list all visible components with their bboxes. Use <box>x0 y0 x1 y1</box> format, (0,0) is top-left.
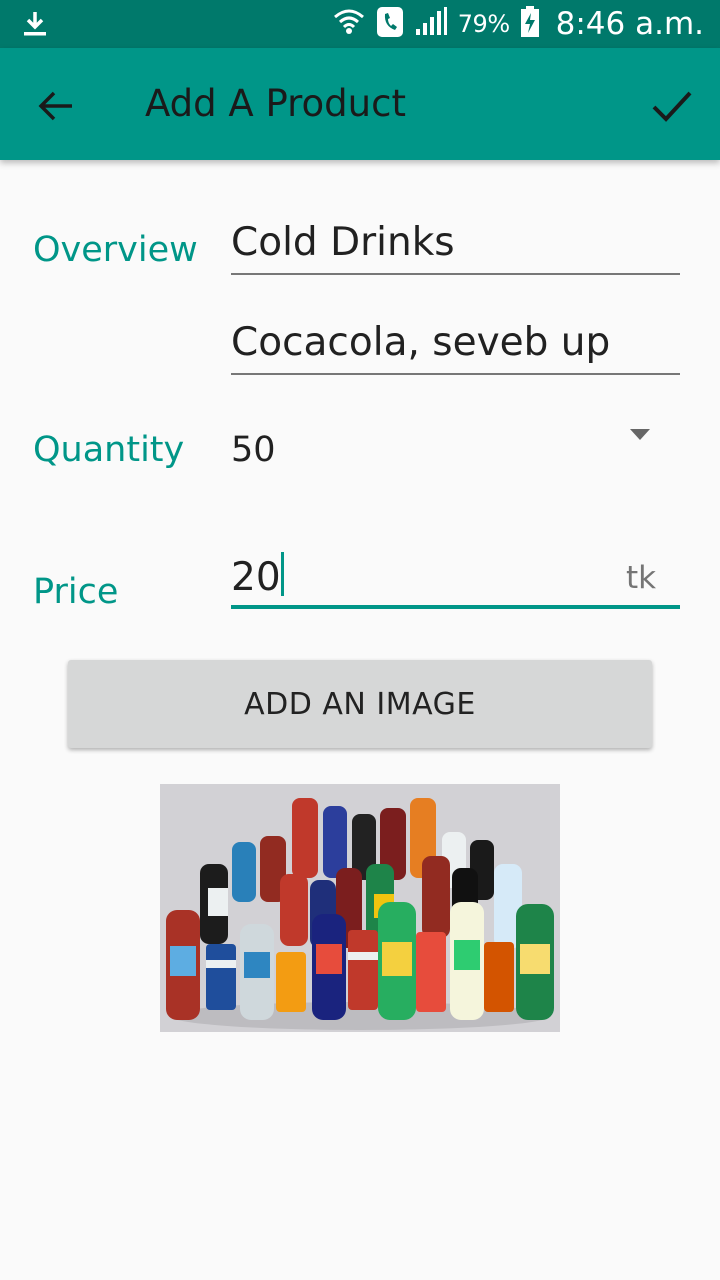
product-image <box>160 784 560 1032</box>
quantity-select[interactable]: 50 <box>231 430 276 470</box>
product-name-underline <box>231 273 680 275</box>
price-underline <box>231 605 680 609</box>
status-bar: 79% 8:46 a.m. <box>0 0 720 48</box>
price-label: Price <box>33 572 119 612</box>
text-cursor <box>280 552 284 596</box>
status-time: 8:46 a.m. <box>555 6 704 42</box>
page-title: Add A Product <box>145 82 406 125</box>
download-icon <box>22 10 48 42</box>
product-description-underline <box>231 373 680 375</box>
arrow-back-icon[interactable] <box>36 86 76 126</box>
price-unit: tk <box>626 560 657 596</box>
dropdown-arrow-icon[interactable] <box>630 429 650 440</box>
battery-percent: 79% <box>457 10 510 38</box>
battery-charging-icon <box>520 6 540 42</box>
quantity-label: Quantity <box>33 430 185 470</box>
price-value: 20 <box>231 555 281 600</box>
product-name-input[interactable]: Cold Drinks <box>231 220 455 265</box>
wifi-icon <box>332 5 366 43</box>
add-image-button[interactable]: ADD AN IMAGE <box>68 660 652 748</box>
app-bar: Add A Product <box>0 48 720 160</box>
call-icon <box>376 6 404 42</box>
product-description-input[interactable]: Cocacola, seveb up <box>231 320 610 365</box>
price-input[interactable]: 20 <box>231 552 284 600</box>
check-icon[interactable] <box>650 84 694 128</box>
signal-icon <box>414 7 448 41</box>
overview-label: Overview <box>33 230 198 270</box>
